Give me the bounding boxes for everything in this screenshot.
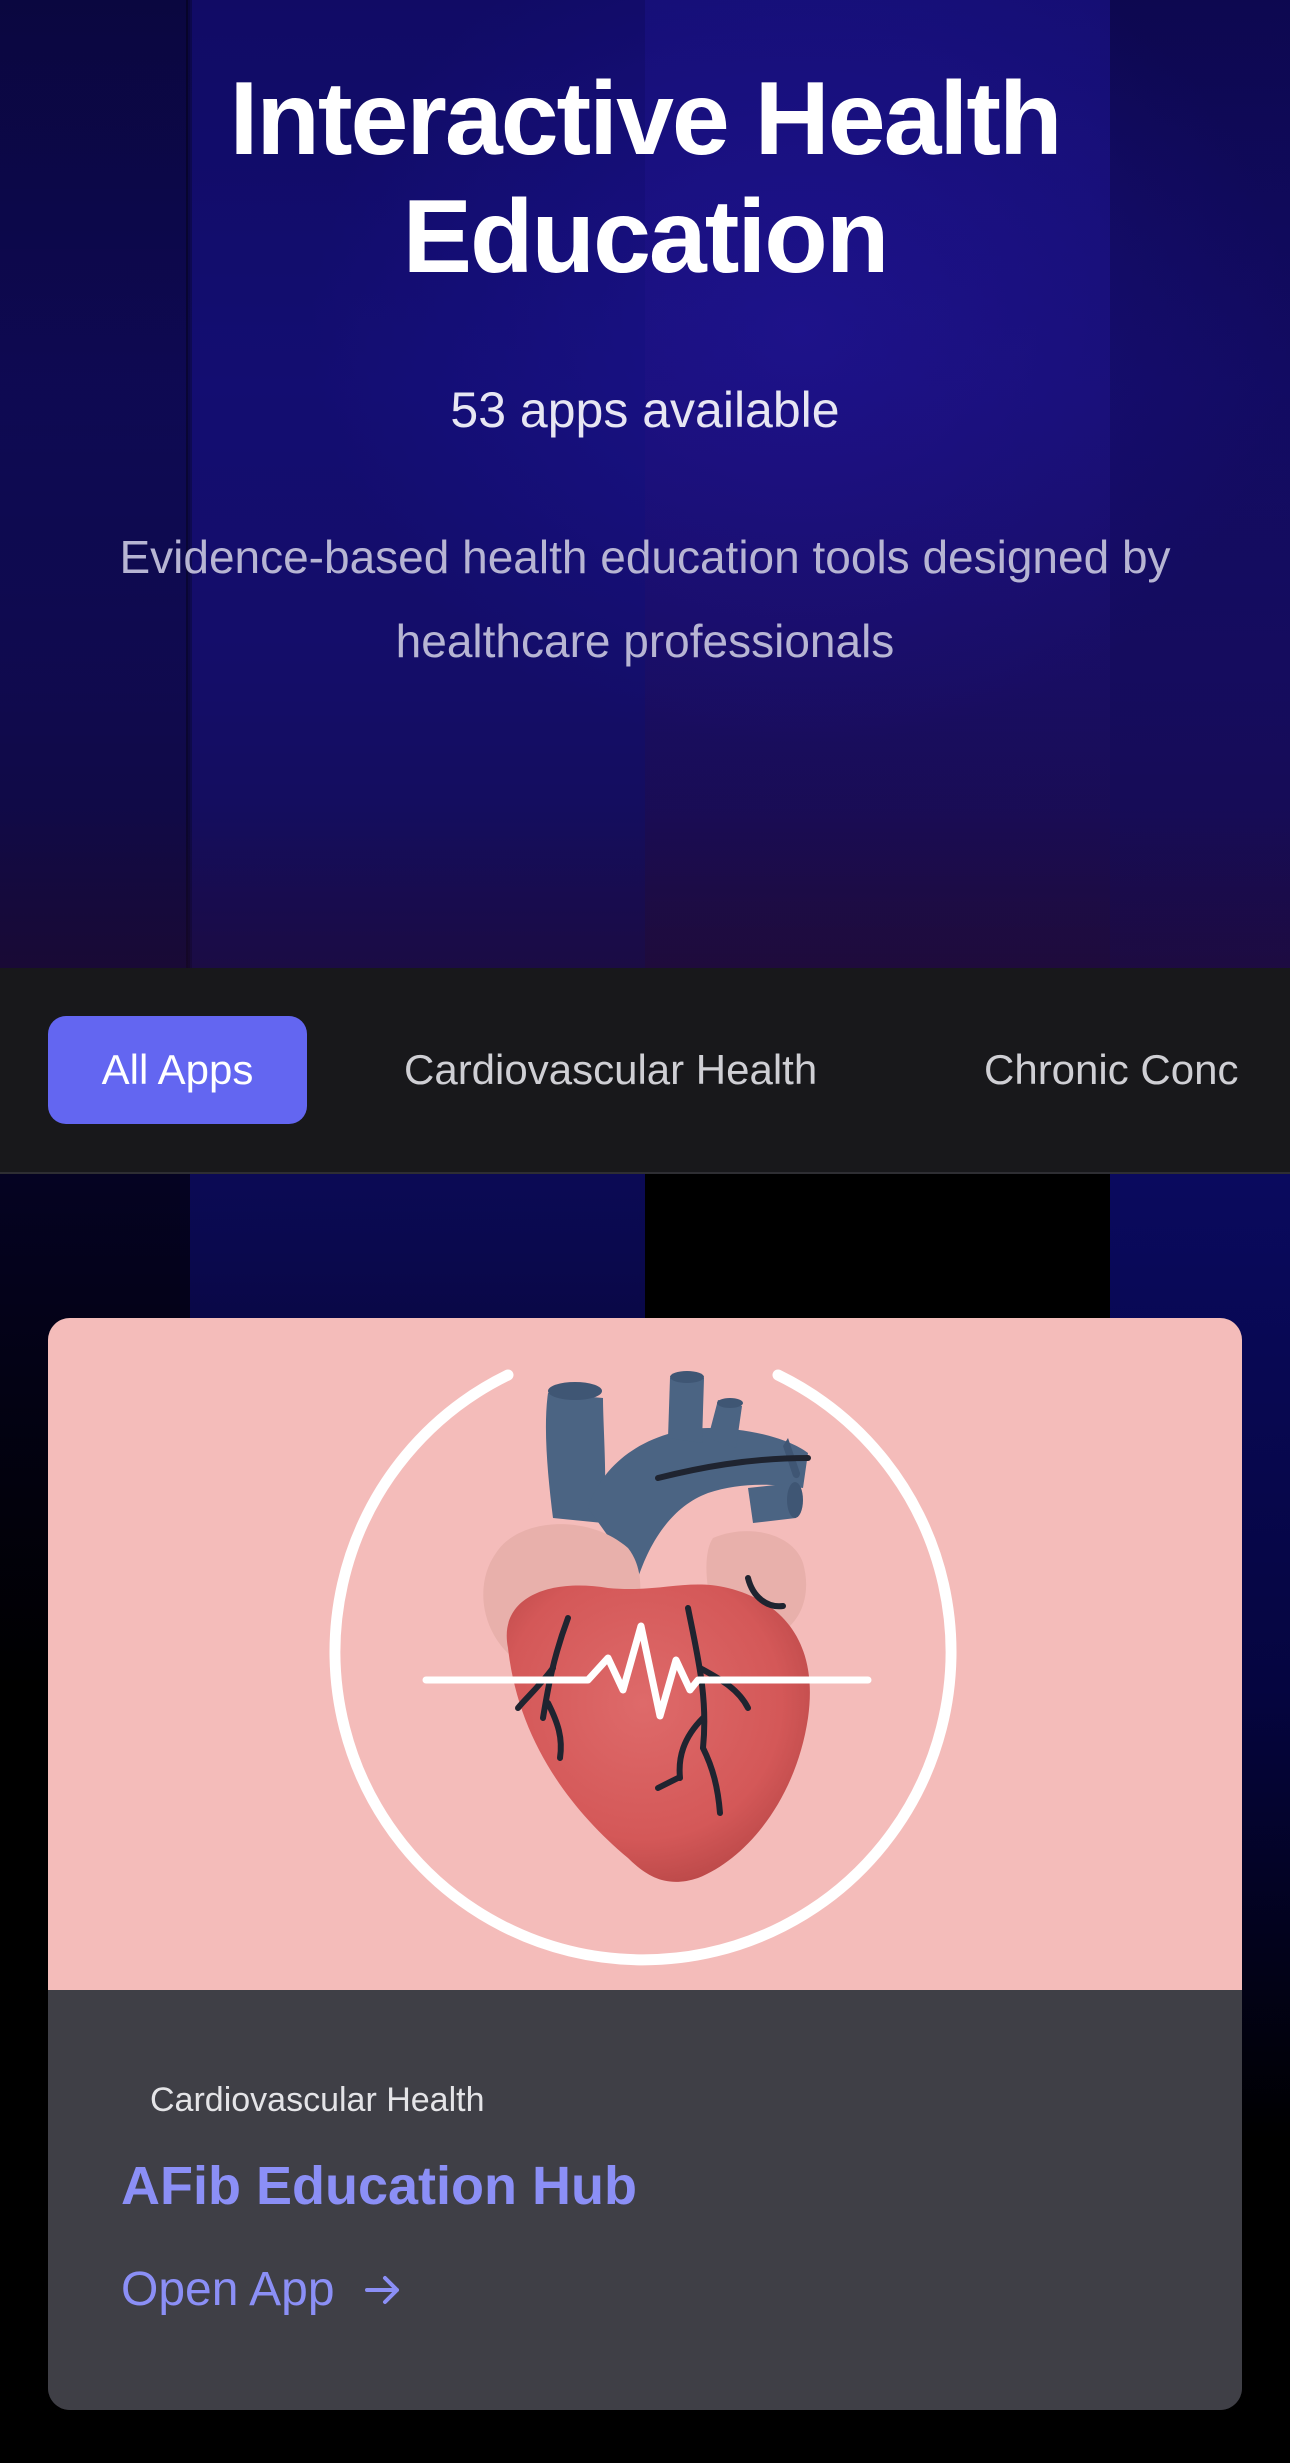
hero-bottom-glow [0, 808, 1290, 968]
app-category-label: Cardiovascular Health [150, 2081, 485, 2119]
page-title: Interactive Health Education [229, 61, 1063, 295]
app-card[interactable]: Cardiovascular Health AFib Education Hub… [48, 1318, 1242, 2410]
open-app-label: Open App [121, 2263, 335, 2316]
filter-all-apps[interactable]: All Apps [48, 1016, 307, 1124]
hero-section: Interactive Health Education 53 apps ava… [0, 0, 1290, 968]
open-app-link[interactable]: Open App [121, 2260, 403, 2320]
filter-cardiovascular-health[interactable]: Cardiovascular Health [404, 1016, 817, 1124]
app-title[interactable]: AFib Education Hub [121, 2154, 637, 2218]
category-filter-bar: All Apps Cardiovascular Health Chronic C… [0, 968, 1290, 1174]
page: Interactive Health Education 53 apps ava… [0, 0, 1290, 2463]
filter-chronic-conditions[interactable]: Chronic Conc [984, 1016, 1242, 1124]
app-card-image [48, 1318, 1242, 1990]
heart-with-heartbeat-icon [329, 1369, 957, 1966]
hero-description: Evidence-based health education tools de… [119, 531, 1171, 667]
app-count: 53 apps available [450, 382, 840, 438]
app-card-body: Cardiovascular Health AFib Education Hub… [48, 1990, 1242, 2410]
arrow-right-icon [364, 2276, 399, 2304]
